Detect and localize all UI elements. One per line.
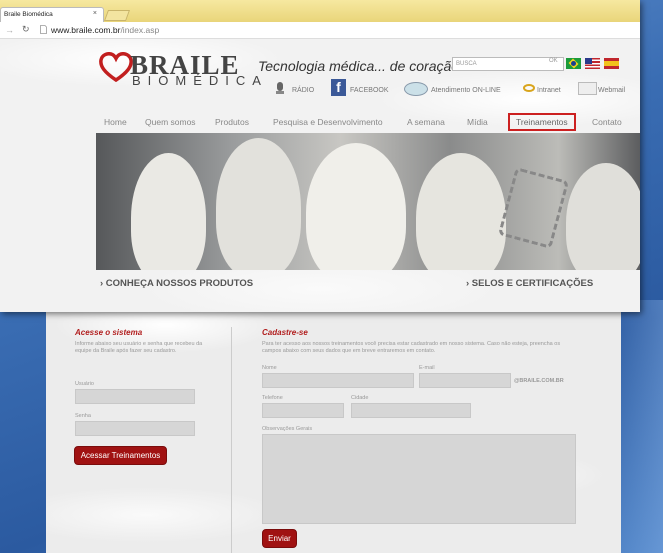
radio-link[interactable]: RÁDIO <box>292 87 314 94</box>
username-label: Usuário <box>75 381 94 387</box>
submit-button[interactable]: Enviar <box>262 529 297 548</box>
nav-home[interactable]: Home <box>104 117 127 127</box>
brazil-flag-icon[interactable] <box>566 58 581 69</box>
login-description: Informe abaixo seu usuário e senha que r… <box>75 341 203 354</box>
password-input[interactable] <box>75 421 195 436</box>
nav-produtos[interactable]: Produtos <box>215 117 249 127</box>
notes-label: Observações Gerais <box>262 426 313 432</box>
back-icon[interactable]: → <box>5 25 14 35</box>
phone-input[interactable] <box>262 403 344 418</box>
username-input[interactable] <box>75 389 195 404</box>
tagline: Tecnologia médica... de coração! <box>258 58 463 74</box>
nav-a-semana[interactable]: A semana <box>407 117 445 127</box>
password-label: Senha <box>75 413 91 419</box>
page-icon <box>40 25 47 36</box>
nav-pesquisa[interactable]: Pesquisa e Desenvolvimento <box>273 117 383 127</box>
email-domain: @BRAILE.COM.BR <box>514 378 564 384</box>
training-page-window: Acesse o sistema Informe abaixo seu usuá… <box>46 305 621 553</box>
url-host: www.braile.com.br <box>51 25 121 35</box>
nav-treinamentos[interactable]: Treinamentos <box>508 113 576 131</box>
microphone-icon[interactable] <box>276 82 285 96</box>
name-input[interactable] <box>262 373 414 388</box>
facebook-icon[interactable]: f <box>331 79 346 96</box>
address-bar: → ↻ www.braile.com.br/index.asp <box>0 22 640 39</box>
envelope-icon[interactable] <box>578 82 597 95</box>
column-divider <box>231 327 232 553</box>
new-tab-button[interactable] <box>103 10 131 21</box>
search-ok-button[interactable]: OK <box>549 58 558 64</box>
name-label: Nome <box>262 365 277 371</box>
researcher-figure <box>131 153 206 270</box>
facebook-link[interactable]: FACEBOOK <box>350 87 389 94</box>
spain-flag-icon[interactable] <box>604 58 619 69</box>
intranet-link[interactable]: Intranet <box>537 87 561 94</box>
usa-flag-icon[interactable] <box>585 58 600 69</box>
chat-bubble-icon[interactable] <box>404 82 428 96</box>
search-input[interactable]: BUSCA <box>452 57 564 71</box>
main-nav: Home Quem somos Produtos Pesquisa e Dese… <box>96 113 640 134</box>
researcher-figure <box>416 153 506 270</box>
key-icon[interactable] <box>523 84 535 92</box>
researcher-figure <box>566 163 640 270</box>
heart-logo-icon <box>99 52 133 82</box>
url-path: /index.asp <box>120 25 160 35</box>
online-support-link[interactable]: Atendimento ON-LINE <box>431 87 501 94</box>
logo-subtitle: BIOMÉDICA <box>132 73 268 88</box>
login-title: Acesse o sistema <box>75 328 143 337</box>
browser-tab[interactable]: Braile Biomédica × <box>0 7 104 22</box>
tab-title: Braile Biomédica <box>4 11 53 18</box>
hero-banner-image <box>96 133 640 270</box>
browser-window: Braile Biomédica × → ↻ www.braile.com.br… <box>0 0 640 312</box>
products-banner-link[interactable]: › CONHEÇA NOSSOS PRODUTOS <box>100 278 253 289</box>
tab-bar: Braile Biomédica × <box>0 0 640 22</box>
access-training-button[interactable]: Acessar Treinamentos <box>74 446 167 465</box>
url-input[interactable]: www.braile.com.br/index.asp <box>51 25 159 35</box>
nav-contato[interactable]: Contato <box>592 117 622 127</box>
phone-label: Telefone <box>262 395 283 401</box>
website-page: BRAILE BIOMÉDICA Tecnologia médica... de… <box>0 39 640 312</box>
email-input[interactable] <box>419 373 511 388</box>
stent-device <box>497 167 570 249</box>
close-tab-icon[interactable]: × <box>93 10 97 17</box>
email-label: E-mail <box>419 365 435 371</box>
signup-description: Para ter acesso aos nossos treinamentos … <box>262 341 561 354</box>
certifications-banner-link[interactable]: › SELOS E CERTIFICAÇÕES <box>466 278 593 289</box>
researcher-figure <box>216 138 301 270</box>
webmail-link[interactable]: Webmail <box>598 87 625 94</box>
notes-textarea[interactable] <box>262 434 576 524</box>
researcher-figure <box>306 143 406 270</box>
signup-title: Cadastre-se <box>262 328 308 337</box>
city-label: Cidade <box>351 395 369 401</box>
nav-midia[interactable]: Mídia <box>467 117 488 127</box>
nav-quem-somos[interactable]: Quem somos <box>145 117 196 127</box>
city-input[interactable] <box>351 403 471 418</box>
reload-icon[interactable]: ↻ <box>22 24 30 35</box>
